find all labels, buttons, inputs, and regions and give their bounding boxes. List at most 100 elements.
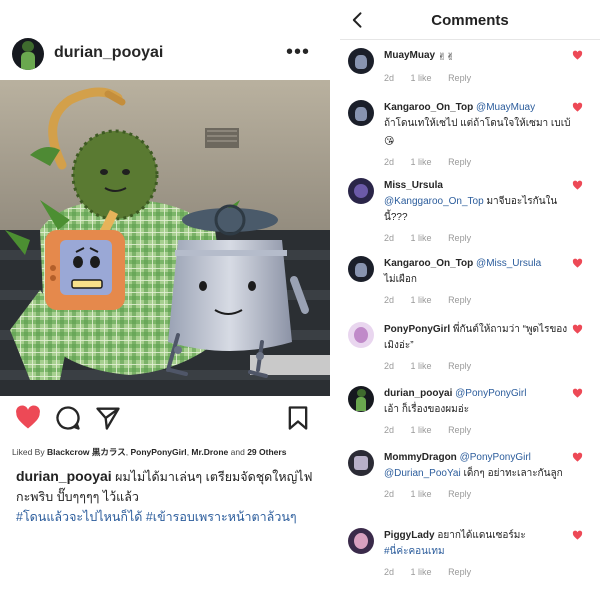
reply-button[interactable]: Reply	[448, 489, 471, 499]
comment-likes[interactable]: 1 like	[411, 295, 432, 305]
comment-username[interactable]: MuayMuay	[384, 50, 435, 61]
comment-mention[interactable]: @PonyPonyGirl	[455, 388, 526, 399]
comment-username[interactable]: Kangaroo_On_Top	[384, 102, 473, 113]
comment-likes[interactable]: 1 like	[411, 489, 432, 499]
comment-time: 2d	[384, 567, 395, 577]
heart-filled-icon[interactable]	[572, 180, 583, 191]
comment-body: Miss_Ursula @Kanggaroo_On_Top มาจีบอะไรก…	[384, 178, 574, 246]
comment-username[interactable]: PonyPonyGirl	[384, 324, 450, 335]
comment-body: Kangaroo_On_Top @MuayMuay ถ้าโดนเทให้เซไ…	[384, 100, 574, 170]
reply-button[interactable]: Reply	[448, 295, 471, 305]
comment-hashtag[interactable]: #นี่ค่ะคอนเทม	[384, 546, 445, 557]
caption-hashtags[interactable]: #โดนแล้วจะไปไหนก็ได้ #เข้ารอบเพราะหน้าตา…	[16, 507, 316, 527]
liked-by-user[interactable]: 黒カラス	[92, 447, 126, 457]
instagram-post: durian_pooyai ••• Liked By Blackcrow 黒カラ…	[0, 0, 330, 600]
reply-button[interactable]: Reply	[448, 157, 471, 167]
post-caption: durian_pooyai ผมไม่ได้มาเล่นๆ เตรียมจัดช…	[16, 466, 316, 527]
avatar[interactable]	[12, 38, 44, 70]
comment-time: 2d	[384, 295, 395, 305]
reply-button[interactable]: Reply	[448, 233, 471, 243]
comment-time: 2d	[384, 157, 395, 167]
comment-username[interactable]: Miss_Ursula	[384, 180, 443, 191]
comment-text: ไม่เผือก	[384, 274, 417, 285]
comment-meta: 2d 1 like Reply	[384, 486, 574, 502]
heart-filled-icon[interactable]	[572, 102, 583, 113]
reply-button[interactable]: Reply	[448, 73, 471, 83]
heart-filled-icon[interactable]	[572, 324, 583, 335]
comment-likes[interactable]: 1 like	[411, 361, 432, 371]
liked-by-user[interactable]: Mr.Drone	[191, 447, 228, 457]
comment-meta: 2d 1 like Reply	[384, 422, 574, 438]
comments-title: Comments	[431, 12, 509, 29]
comment-mention[interactable]: @Kanggaroo_On_Top	[384, 196, 484, 207]
comment-bubble-icon[interactable]	[54, 404, 82, 432]
heart-filled-icon[interactable]	[572, 258, 583, 269]
comment-likes[interactable]: 1 like	[411, 233, 432, 243]
comment-time: 2d	[384, 73, 395, 83]
comment-meta: 2d 1 like Reply	[384, 358, 574, 374]
comment-body: durian_pooyai @PonyPonyGirl เอ้า ก็เรื่อ…	[384, 386, 574, 438]
comment-mention[interactable]: @Miss_Ursula	[476, 258, 541, 269]
comment-mention[interactable]: @MuayMuay	[476, 102, 535, 113]
heart-filled-icon[interactable]	[572, 50, 583, 61]
comment-text: เอ้า ก็เรื่องของผมอ่ะ	[384, 404, 470, 415]
comment-meta: 2d 1 like Reply	[384, 564, 574, 580]
comment-text: เด็กๆ อย่าทะเลาะกันลูก	[463, 468, 563, 479]
comment-body: PiggyLady อยากได้แดนเซอร์มะ #นี่ค่ะคอนเท…	[384, 528, 574, 580]
kiss-emoji: 😘	[384, 136, 395, 147]
heart-filled-icon[interactable]	[572, 388, 583, 399]
post-username[interactable]: durian_pooyai	[54, 44, 163, 62]
comment-meta: 2d 1 like Reply	[384, 70, 574, 86]
comment-body: Kangaroo_On_Top @Miss_Ursula ไม่เผือก 2d…	[384, 256, 574, 308]
post-photo[interactable]	[0, 80, 330, 396]
comments-header: Comments	[340, 0, 600, 40]
comment-body: MuayMuay ✌✌ 2d 1 like Reply	[384, 48, 574, 86]
more-horizontal-icon[interactable]: •••	[286, 42, 310, 62]
comment-likes[interactable]: 1 like	[411, 157, 432, 167]
heart-filled-icon[interactable]	[14, 404, 42, 432]
comment-time: 2d	[384, 233, 395, 243]
comment-meta: 2d 1 like Reply	[384, 154, 574, 170]
avatar[interactable]	[348, 450, 374, 476]
avatar[interactable]	[348, 178, 374, 204]
comment-username[interactable]: Kangaroo_On_Top	[384, 258, 473, 269]
avatar[interactable]	[348, 48, 374, 74]
comment-text: อยากได้แดนเซอร์มะ	[437, 530, 526, 541]
comment-time: 2d	[384, 425, 395, 435]
comment-text: ถ้าโดนเทให้เซไป แต่ถ้าโดนใจให้เซมา เบเบ้	[384, 118, 571, 129]
post-header: durian_pooyai •••	[0, 34, 330, 74]
comment-meta: 2d 1 like Reply	[384, 230, 574, 246]
comment-likes[interactable]: 1 like	[411, 567, 432, 577]
liked-by-user[interactable]: Blackcrow	[47, 447, 90, 457]
avatar[interactable]	[348, 386, 374, 412]
heart-filled-icon[interactable]	[572, 530, 583, 541]
victory-hand-emoji: ✌✌	[437, 52, 455, 63]
reply-button[interactable]: Reply	[448, 567, 471, 577]
comment-likes[interactable]: 1 like	[411, 425, 432, 435]
caption-username[interactable]: durian_pooyai	[16, 468, 112, 484]
comment-likes[interactable]: 1 like	[411, 73, 432, 83]
reply-button[interactable]: Reply	[448, 425, 471, 435]
liked-by-and: and	[230, 447, 245, 457]
avatar[interactable]	[348, 256, 374, 282]
avatar[interactable]	[348, 528, 374, 554]
share-paper-plane-icon[interactable]	[94, 404, 122, 432]
bookmark-icon[interactable]	[284, 404, 312, 432]
comment-username[interactable]: MommyDragon	[384, 452, 457, 463]
avatar[interactable]	[348, 100, 374, 126]
comment-meta: 2d 1 like Reply	[384, 292, 574, 308]
liked-by-others[interactable]: 29 Others	[247, 447, 286, 457]
comment-time: 2d	[384, 361, 395, 371]
avatar[interactable]	[348, 322, 374, 348]
comment-username[interactable]: durian_pooyai	[384, 388, 452, 399]
comment-time: 2d	[384, 489, 395, 499]
liked-by-line: Liked By Blackcrow 黒カラス, PonyPonyGirl, M…	[12, 447, 287, 457]
post-action-bar	[0, 404, 330, 434]
comment-body: PonyPonyGirl พี่กันต์ให้ถามว่า “พูดไรของ…	[384, 322, 574, 374]
reply-button[interactable]: Reply	[448, 361, 471, 371]
comments-panel: Comments MuayMuay ✌✌ 2d 1 like Reply Kan…	[340, 0, 600, 600]
heart-filled-icon[interactable]	[572, 452, 583, 463]
comment-username[interactable]: PiggyLady	[384, 530, 435, 541]
liked-by-label: Liked By	[12, 447, 45, 457]
liked-by-user[interactable]: PonyPonyGirl	[130, 447, 186, 457]
